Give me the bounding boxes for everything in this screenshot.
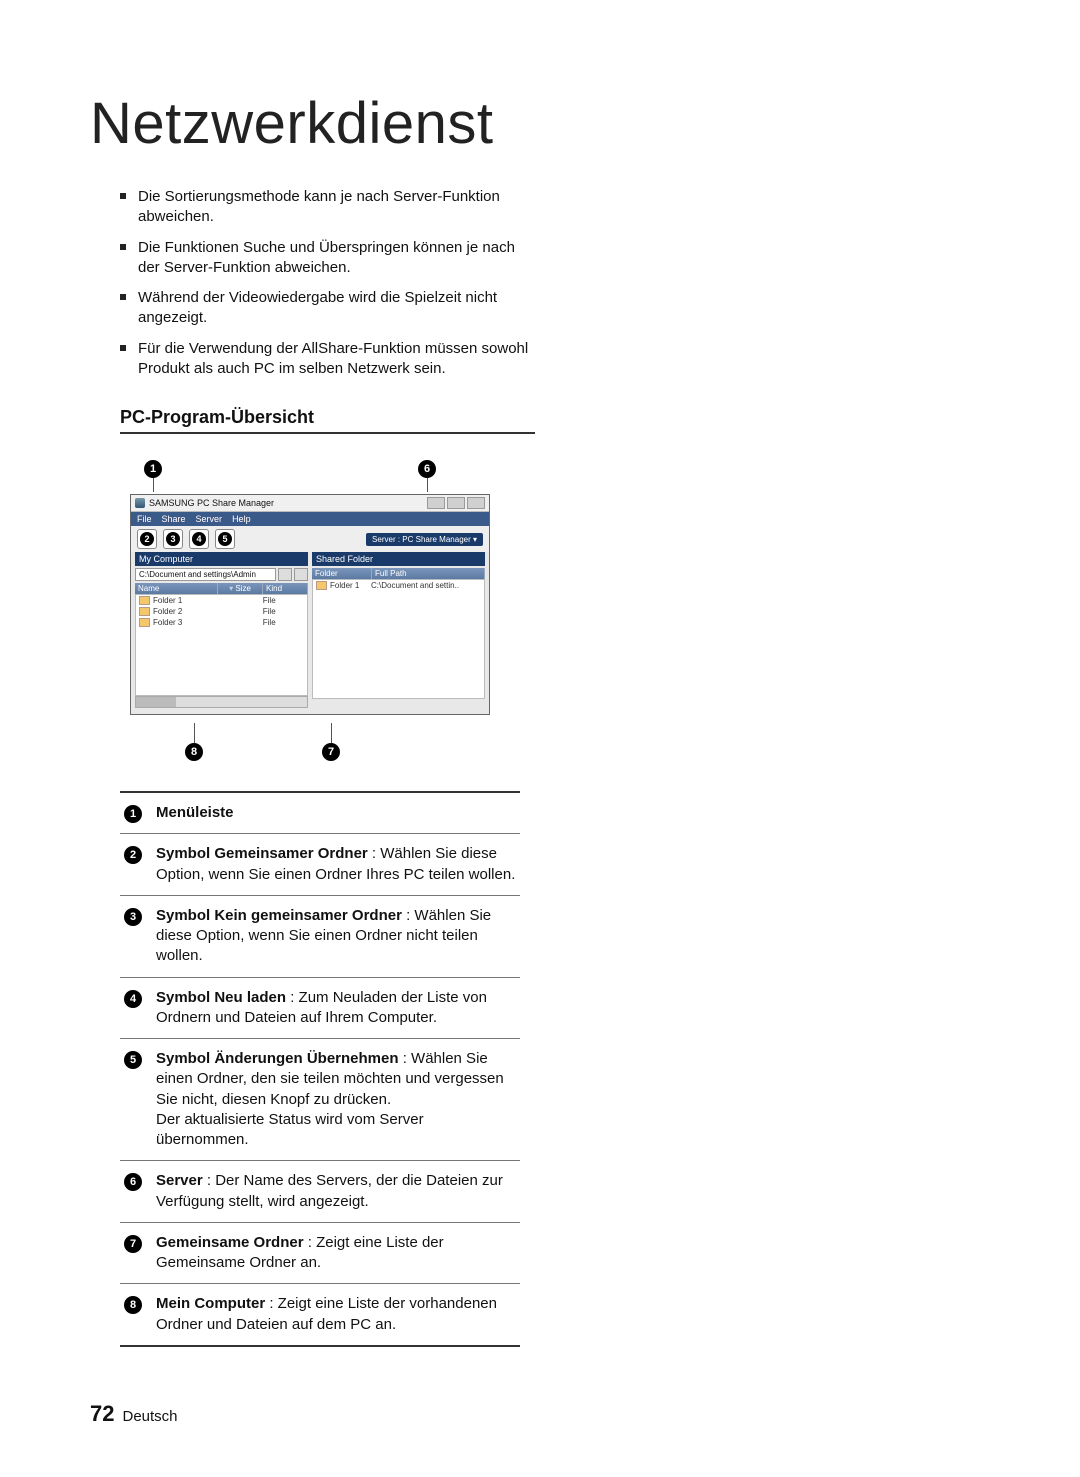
callout-3: 3: [166, 532, 180, 546]
left-grid[interactable]: Folder 1 File Folder 2 File Folder 3 Fil…: [135, 594, 308, 696]
legend-row: 1 Menüleiste: [120, 793, 520, 834]
unshare-folder-icon[interactable]: 3: [163, 529, 183, 549]
folder-icon: [139, 618, 150, 627]
table-row[interactable]: Folder 1 C:\Document and settin..: [313, 580, 484, 591]
legend-num: 2: [124, 846, 142, 864]
menu-file[interactable]: File: [137, 514, 152, 524]
legend-row: 6 Server : Der Name des Servers, der die…: [120, 1161, 520, 1223]
callout-2: 2: [140, 532, 154, 546]
legend-row: 7 Gemeinsame Ordner : Zeigt eine Liste d…: [120, 1223, 520, 1285]
callout-5: 5: [218, 532, 232, 546]
legend-num: 3: [124, 908, 142, 926]
table-row[interactable]: Folder 1 File: [136, 595, 307, 606]
col-name[interactable]: Name: [135, 583, 218, 594]
table-row[interactable]: Folder 3 File: [136, 617, 307, 628]
menu-share[interactable]: Share: [162, 514, 186, 524]
h-scrollbar[interactable]: [135, 696, 308, 708]
page-footer: 72 Deutsch: [90, 1401, 178, 1427]
close-button[interactable]: [467, 497, 485, 509]
folder-icon: [139, 596, 150, 605]
app-title: SAMSUNG PC Share Manager: [149, 498, 274, 508]
menu-help[interactable]: Help: [232, 514, 251, 524]
callout-6: 6: [418, 460, 436, 478]
list-item: Für die Verwendung der AllShare-Funktion…: [120, 339, 535, 380]
legend-num: 7: [124, 1235, 142, 1253]
legend-num: 6: [124, 1173, 142, 1191]
right-grid-header: Folder Full Path: [312, 568, 485, 579]
col-size[interactable]: ▾ Size: [218, 583, 263, 594]
menu-server[interactable]: Server: [196, 514, 223, 524]
reload-icon[interactable]: 4: [189, 529, 209, 549]
right-pane-header: Shared Folder: [312, 552, 485, 566]
callout-7: 7: [322, 743, 340, 761]
legend-num: 8: [124, 1296, 142, 1314]
right-grid[interactable]: Folder 1 C:\Document and settin..: [312, 579, 485, 699]
section-heading: PC-Program-Übersicht: [120, 407, 535, 434]
left-grid-header: Name ▾ Size Kind: [135, 583, 308, 594]
callout-4: 4: [192, 532, 206, 546]
page-number: 72: [90, 1401, 114, 1427]
menu-bar: File Share Server Help: [131, 512, 489, 526]
path-field[interactable]: C:\Document and settings\Admin: [135, 568, 276, 581]
legend-table: 1 Menüleiste 2 Symbol Gemeinsamer Ordner…: [120, 791, 520, 1347]
legend-row: 5 Symbol Änderungen Übernehmen : Wählen …: [120, 1039, 520, 1161]
right-pane: Shared Folder Folder Full Path Folder 1 …: [312, 552, 485, 708]
left-pane: My Computer C:\Document and settings\Adm…: [135, 552, 308, 708]
callout-1: 1: [144, 460, 162, 478]
col-fullpath[interactable]: Full Path: [372, 568, 485, 579]
page-title: Netzwerkdienst: [90, 90, 990, 157]
callout-8: 8: [185, 743, 203, 761]
folder-icon: [316, 581, 327, 590]
legend-row: 8 Mein Computer : Zeigt eine Liste der v…: [120, 1284, 520, 1347]
apply-icon[interactable]: 5: [215, 529, 235, 549]
page-language: Deutsch: [122, 1408, 177, 1425]
toolbar: 2 3 4 5 Server : PC Share Manager ▾: [131, 526, 489, 552]
legend-num: 5: [124, 1051, 142, 1069]
path-dropdown[interactable]: [278, 568, 292, 581]
legend-row: 4 Symbol Neu laden : Zum Neuladen der Li…: [120, 978, 520, 1040]
legend-row: 2 Symbol Gemeinsamer Ordner : Wählen Sie…: [120, 834, 520, 896]
legend-row: 3 Symbol Kein gemeinsamer Ordner : Wähle…: [120, 896, 520, 978]
folder-icon: [139, 607, 150, 616]
table-row[interactable]: Folder 2 File: [136, 606, 307, 617]
col-kind[interactable]: Kind: [263, 583, 308, 594]
list-item: Die Funktionen Suche und Überspringen kö…: [120, 238, 535, 279]
maximize-button[interactable]: [447, 497, 465, 509]
list-item: Die Sortierungsmethode kann je nach Serv…: [120, 187, 535, 228]
pc-share-screenshot: 1 6 SAMSUNG PC Share Manager Fil: [130, 460, 490, 761]
minimize-button[interactable]: [427, 497, 445, 509]
legend-num: 1: [124, 805, 142, 823]
path-up-button[interactable]: [294, 568, 308, 581]
legend-num: 4: [124, 990, 142, 1008]
list-item: Während der Videowiedergabe wird die Spi…: [120, 288, 535, 329]
share-folder-icon[interactable]: 2: [137, 529, 157, 549]
title-bar: SAMSUNG PC Share Manager: [131, 495, 489, 512]
server-indicator[interactable]: Server : PC Share Manager ▾: [366, 533, 483, 546]
col-folder[interactable]: Folder: [312, 568, 372, 579]
app-window: SAMSUNG PC Share Manager File Share Serv…: [130, 494, 490, 715]
app-icon: [135, 498, 145, 508]
left-pane-header: My Computer: [135, 552, 308, 566]
notes-list: Die Sortierungsmethode kann je nach Serv…: [120, 187, 535, 379]
